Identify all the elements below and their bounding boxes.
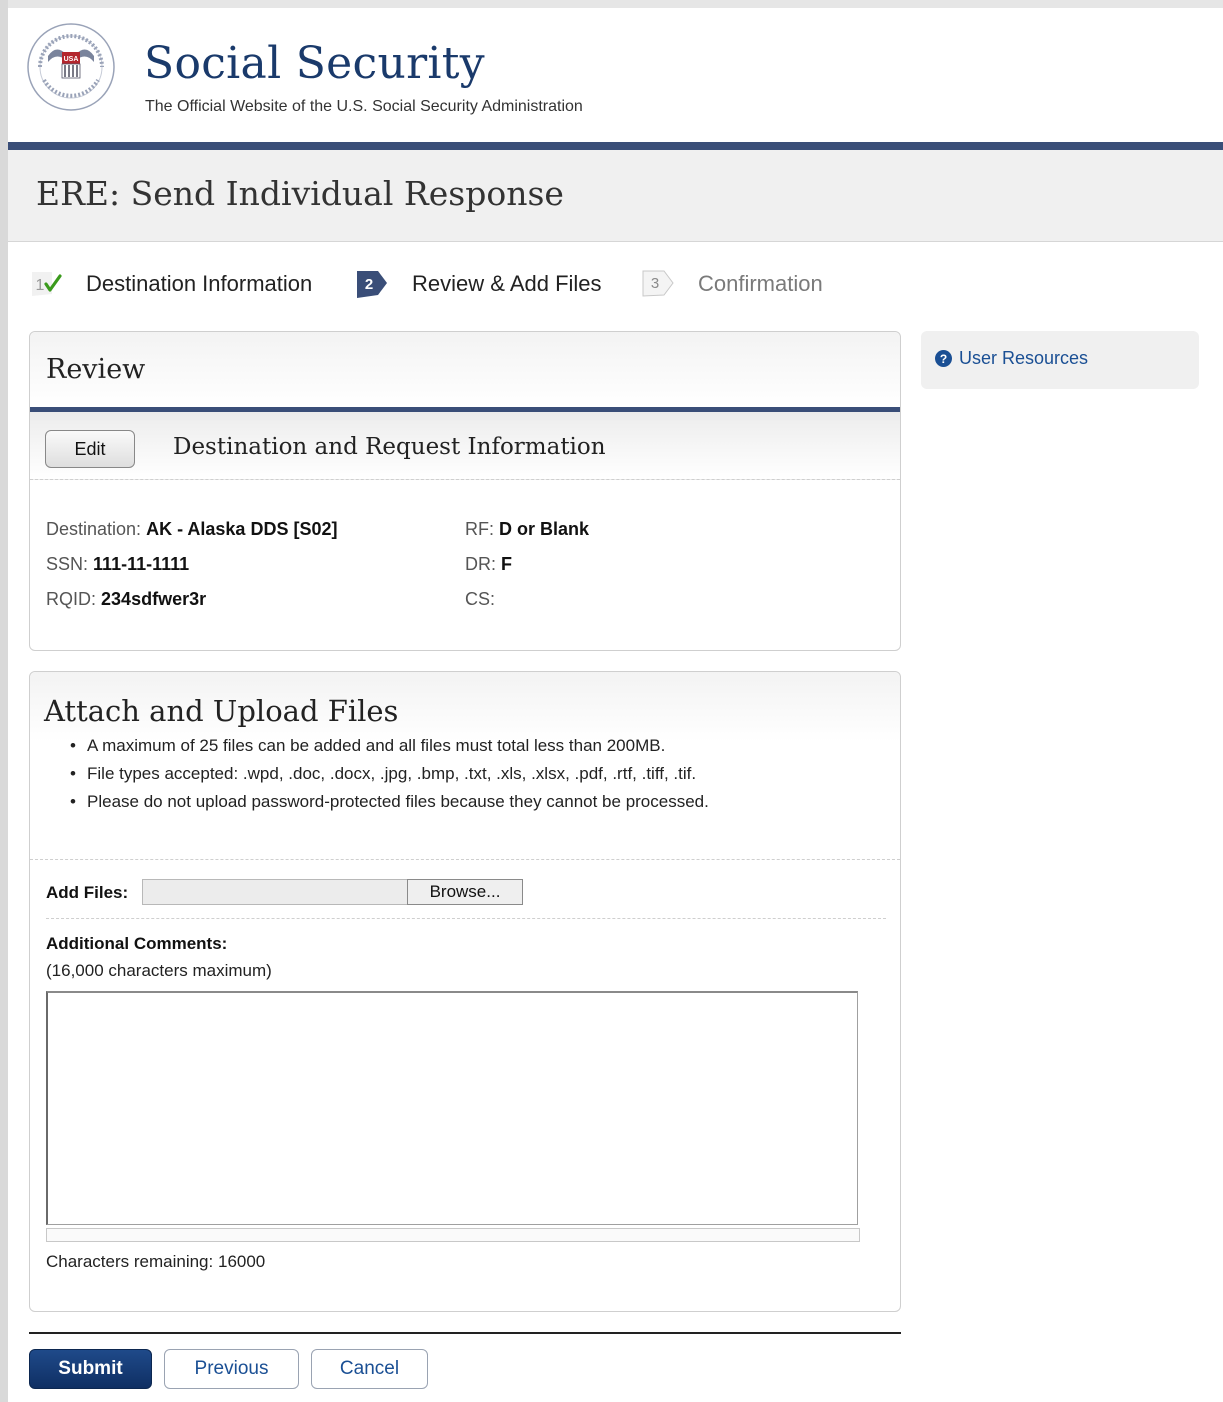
comments-hint: (16,000 characters maximum): [46, 961, 272, 980]
step-label: Destination Information: [86, 271, 313, 296]
svg-text:3: 3: [651, 275, 659, 292]
svg-text:2: 2: [365, 276, 373, 293]
rqid-field: RQID: 234sdfwer3r: [46, 589, 206, 610]
step-complete-check-icon: 1: [32, 272, 62, 296]
field-label: DR:: [465, 554, 496, 574]
section-divider: [30, 859, 900, 860]
characters-remaining: Characters remaining: 16000: [46, 1252, 265, 1272]
cs-field: CS:: [465, 589, 495, 610]
instruction-item: File types accepted: .wpd, .doc, .docx, …: [70, 760, 709, 788]
cancel-button[interactable]: Cancel: [311, 1349, 428, 1389]
rqid-value: 234sdfwer3r: [101, 589, 207, 609]
rf-value: D or Blank: [499, 519, 590, 539]
upload-instructions: A maximum of 25 files can be added and a…: [70, 732, 709, 816]
comments-label: Additional Comments:: [46, 934, 228, 953]
dr-field: DR: F: [465, 554, 512, 575]
svg-text:1: 1: [36, 277, 45, 294]
ssn-field: SSN: 111-11-1111: [46, 554, 189, 575]
attach-upload-panel: Attach and Upload Files A maximum of 25 …: [29, 671, 901, 1312]
field-label: RQID:: [46, 589, 97, 609]
destination-field: Destination: AK - Alaska DDS [S02]: [46, 519, 337, 540]
instruction-item: A maximum of 25 files can be added and a…: [70, 732, 709, 760]
field-label: SSN:: [46, 554, 89, 574]
window-left-border: [0, 0, 8, 1402]
textarea-scrollbar[interactable]: [46, 1228, 860, 1242]
svg-text:USA: USA: [64, 56, 79, 63]
field-label: Destination:: [46, 519, 142, 539]
destination-value: AK - Alaska DDS [S02]: [146, 519, 338, 539]
page-title: ERE: Send Individual Response: [36, 174, 564, 213]
step-label: Confirmation: [698, 271, 823, 296]
ssa-seal-logo: USA: [27, 23, 115, 111]
question-circle-icon: ?: [935, 350, 952, 367]
rf-field: RF: D or Blank: [465, 519, 589, 540]
progress-stepper: 1 Destination Information 2 Review & Add…: [30, 262, 910, 306]
characters-remaining-label: Characters remaining:: [46, 1252, 214, 1271]
destination-section-header: Edit Destination and Request Information: [30, 412, 900, 480]
ssn-value: 111-11-1111: [93, 554, 190, 574]
step-destination-information: 1 Destination Information: [30, 262, 312, 306]
step-current-badge-icon: 2: [357, 271, 387, 298]
window-top-border: [0, 0, 1223, 8]
instruction-item: Please do not upload password-protected …: [70, 788, 709, 816]
review-panel: Review Edit Destination and Request Info…: [29, 331, 901, 651]
site-title[interactable]: Social Security: [144, 38, 485, 89]
browse-button[interactable]: Browse...: [407, 879, 523, 905]
review-heading: Review: [46, 354, 146, 385]
actions-divider: [29, 1332, 901, 1334]
field-label: CS:: [465, 589, 496, 609]
step-confirmation: 3 Confirmation: [642, 262, 823, 306]
section-divider: [46, 918, 886, 919]
site-subtitle: The Official Website of the U.S. Social …: [145, 98, 583, 115]
page-title-band: ERE: Send Individual Response: [8, 150, 1223, 242]
file-path-field[interactable]: [142, 879, 410, 905]
add-files-label: Add Files:: [46, 883, 129, 902]
step-upcoming-badge-icon: 3: [642, 270, 674, 297]
step-label: Review & Add Files: [412, 271, 602, 296]
submit-button[interactable]: Submit: [29, 1349, 152, 1389]
characters-remaining-count: 16000: [217, 1252, 266, 1271]
additional-comments-textarea[interactable]: [46, 991, 858, 1225]
dr-value: F: [501, 554, 513, 574]
user-resources-label: User Resources: [959, 348, 1089, 368]
upload-heading: Attach and Upload Files: [44, 694, 399, 728]
user-resources-link[interactable]: ? User Resources: [935, 348, 1088, 369]
edit-button[interactable]: Edit: [45, 430, 135, 468]
field-label: RF:: [465, 519, 494, 539]
user-resources-panel: ? User Resources: [921, 331, 1199, 389]
site-header: USA Social Security The Official Website…: [8, 8, 1223, 142]
previous-button[interactable]: Previous: [164, 1349, 299, 1389]
destination-section-title: Destination and Request Information: [173, 434, 606, 460]
review-panel-header: [30, 332, 900, 407]
step-review-add-files: 2 Review & Add Files: [356, 262, 602, 306]
header-divider: [8, 142, 1223, 150]
